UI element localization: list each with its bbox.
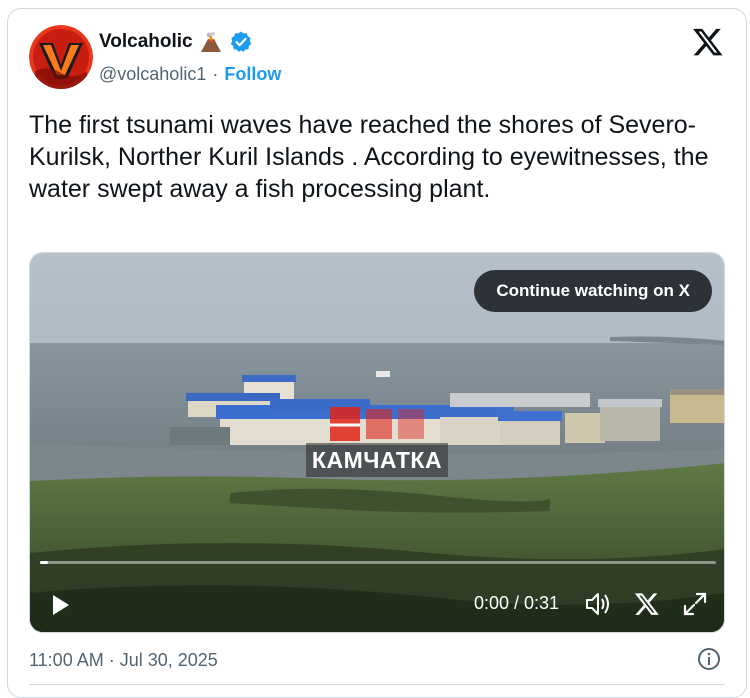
video-controls: 0:00 / 0:31 xyxy=(30,583,724,623)
fullscreen-icon[interactable] xyxy=(682,591,708,617)
follow-button[interactable]: Follow xyxy=(224,64,281,85)
video-time: 0:00 / 0:31 xyxy=(474,593,560,613)
separator-dot: · xyxy=(212,64,219,84)
author-name[interactable]: Volcaholic xyxy=(99,31,193,53)
channel-logo-icon xyxy=(330,407,424,441)
tweet-text: The first tsunami waves have reached the… xyxy=(29,111,709,203)
channel-watermark: КАМЧАТКА xyxy=(306,443,448,477)
progress-fill xyxy=(40,561,49,564)
footer-divider xyxy=(29,684,725,685)
author-handle[interactable]: @volcaholic1 xyxy=(99,64,206,85)
x-icon[interactable] xyxy=(634,591,660,617)
author-handle-row: @volcaholic1 · Follow xyxy=(99,64,281,85)
continue-watching-button[interactable]: Continue watching on X xyxy=(474,270,712,312)
progress-bar[interactable] xyxy=(40,561,716,564)
info-icon[interactable] xyxy=(697,647,721,671)
volume-icon[interactable] xyxy=(584,591,612,617)
author-name-row: Volcaholic xyxy=(99,30,253,54)
play-icon[interactable] xyxy=(48,593,72,617)
volcano-icon xyxy=(200,32,221,52)
tweet-timestamp[interactable]: 11:00 AM · Jul 30, 2025 xyxy=(29,650,218,671)
verified-badge-icon xyxy=(230,31,251,52)
avatar[interactable] xyxy=(29,25,93,89)
x-logo-icon[interactable] xyxy=(692,26,724,58)
video-player[interactable]: Continue watching on X КАМЧАТКА 0:00 / 0… xyxy=(29,252,725,633)
